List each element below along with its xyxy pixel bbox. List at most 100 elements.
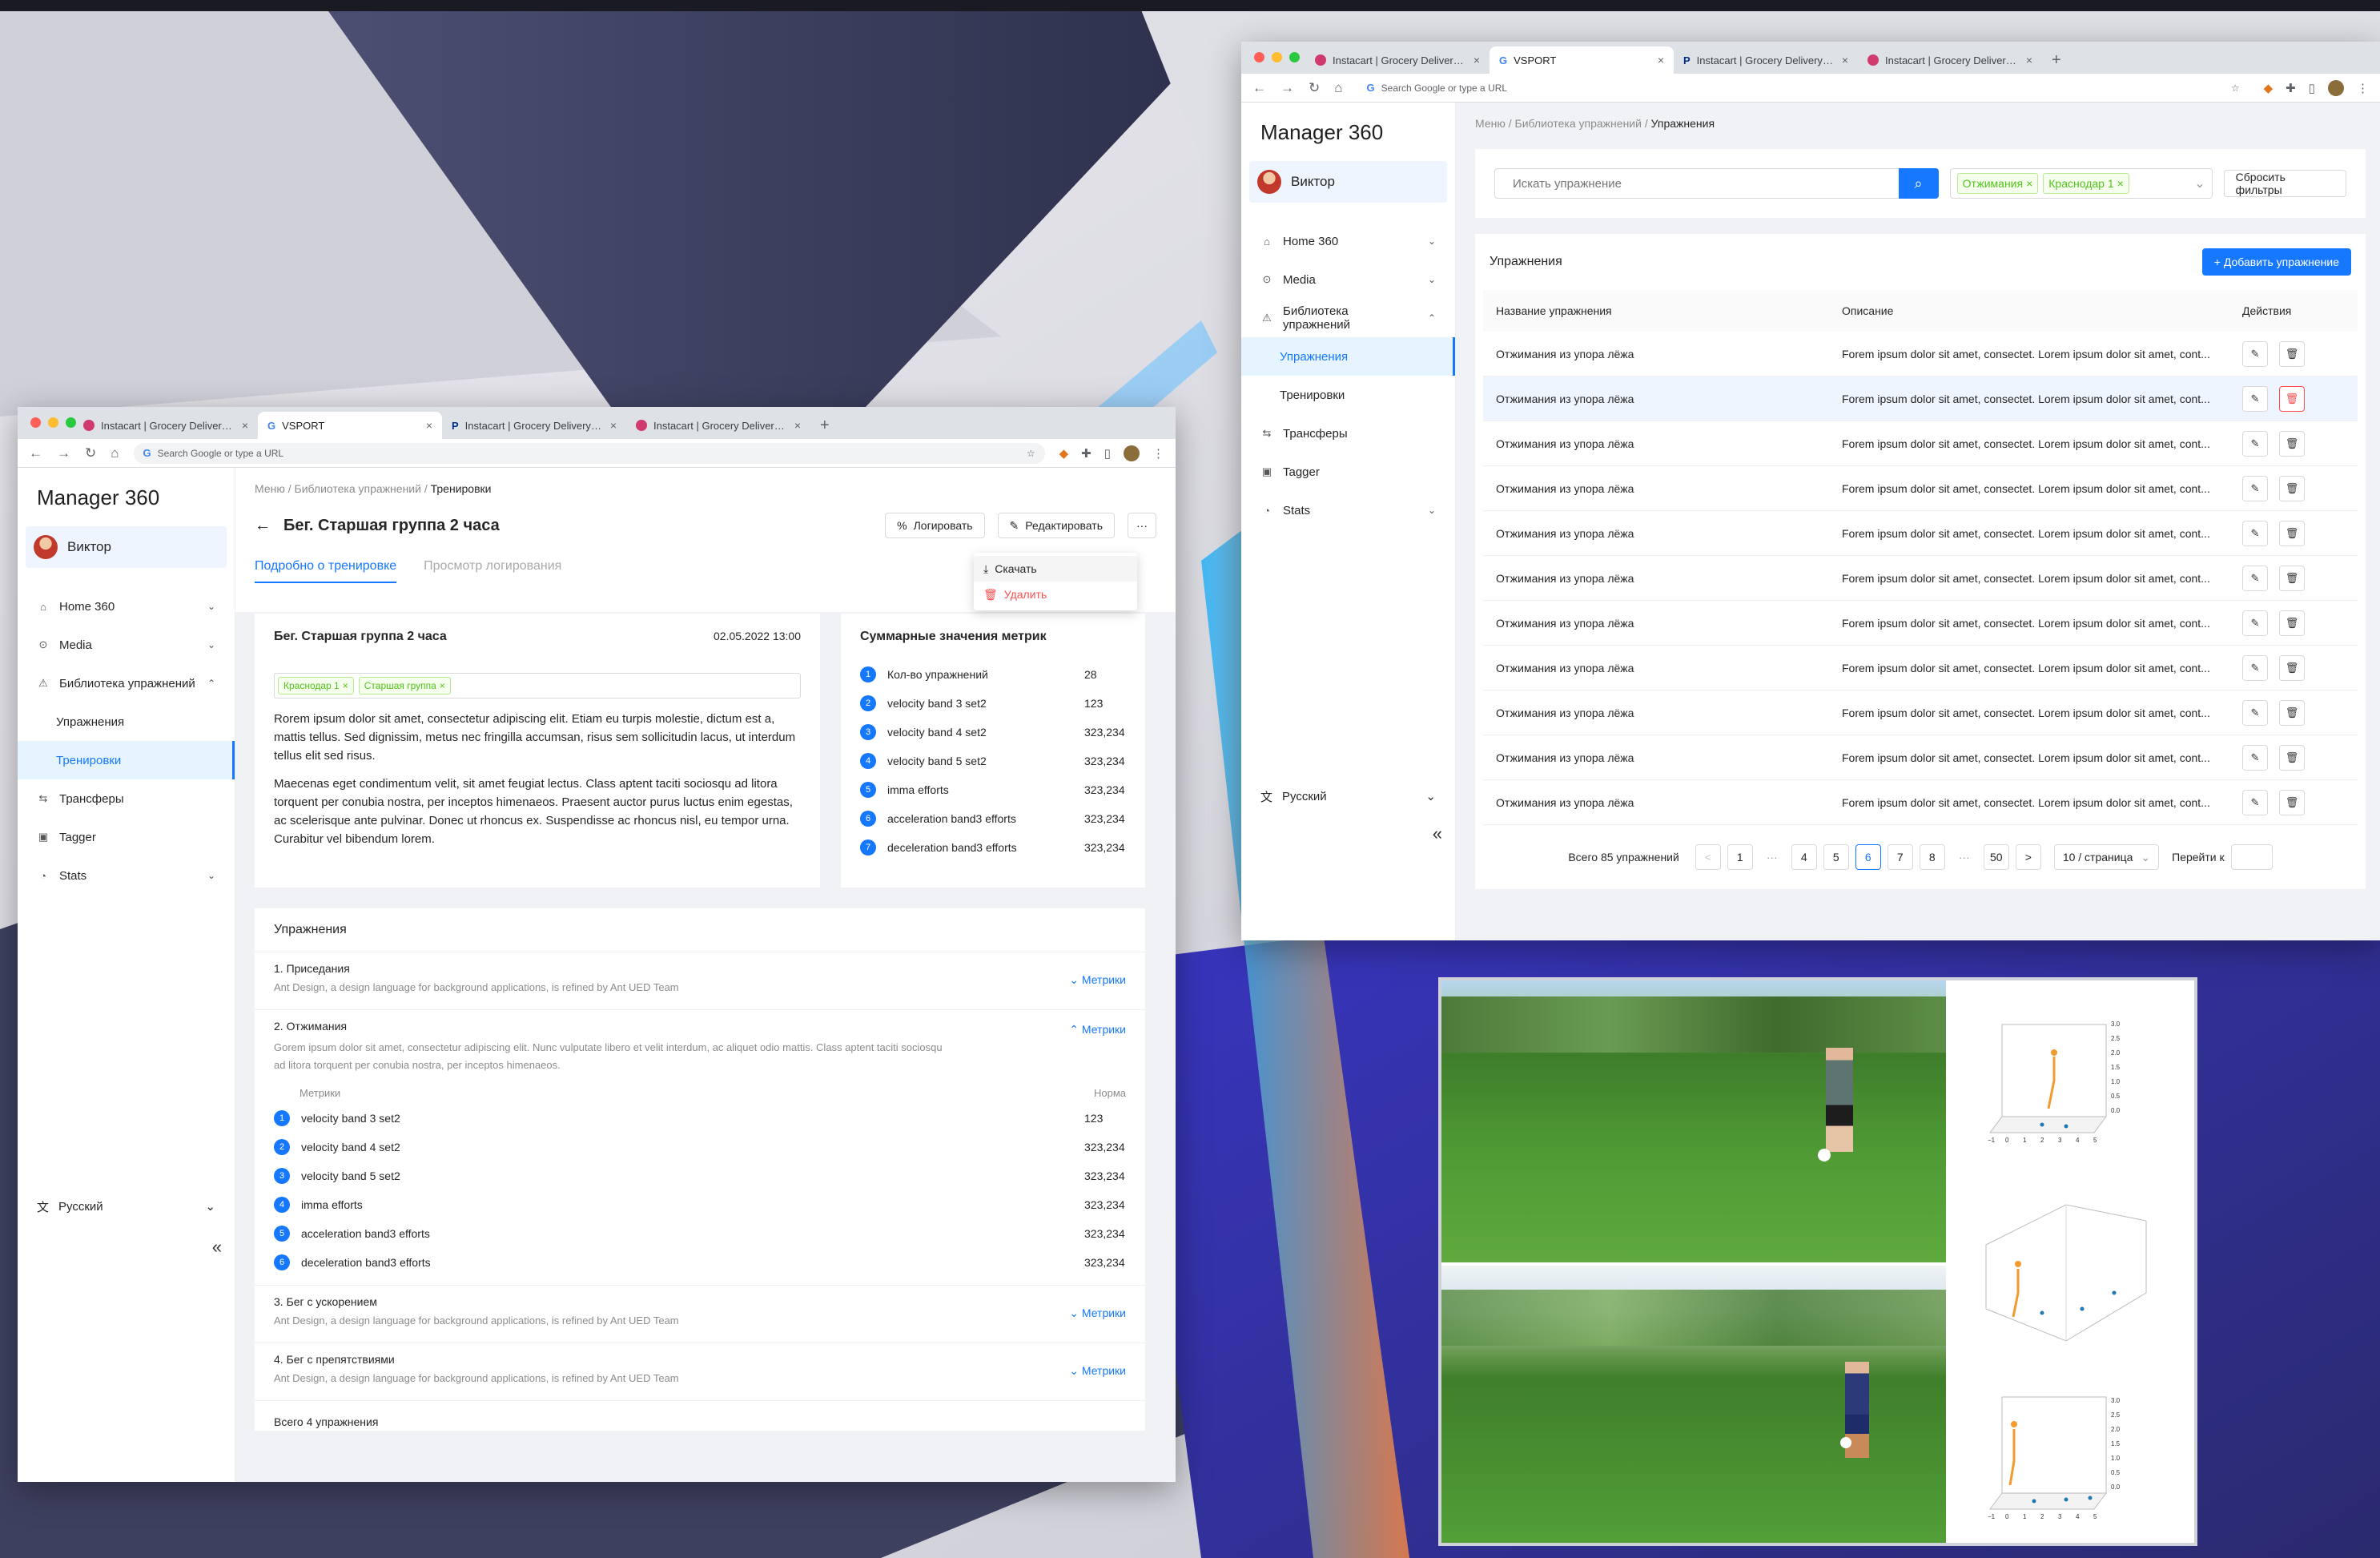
table-row[interactable]: Отжимания из упора лёжа Forem ipsum dolor… xyxy=(1483,511,2358,556)
forward-icon[interactable]: → xyxy=(57,445,70,461)
edit-icon[interactable]: ✎ xyxy=(2242,610,2268,636)
sidebar-item-transfers[interactable]: ⇆ Трансферы xyxy=(1241,414,1455,453)
close-icon[interactable]: × xyxy=(1842,54,1848,66)
back-icon[interactable]: ← xyxy=(29,445,42,461)
close-icon[interactable]: × xyxy=(2026,177,2032,190)
close-icon[interactable]: × xyxy=(610,419,617,432)
sidebar-item-library[interactable]: ⚠ Библиотека упражнений ⌃ xyxy=(18,664,235,703)
pagination-ellipsis[interactable]: ··· xyxy=(1952,844,1977,870)
sidebar-item-trainings[interactable]: Тренировки xyxy=(18,741,235,779)
page-button[interactable]: 8 xyxy=(1919,844,1945,870)
sidebar-item-media[interactable]: ⊙ Media ⌄ xyxy=(18,626,235,664)
table-row[interactable]: Отжимания из упора лёжа Forem ipsum dolor… xyxy=(1483,421,2358,466)
kebab-menu-icon[interactable]: ⋮ xyxy=(2357,81,2369,95)
page-button[interactable]: 6 xyxy=(1855,844,1881,870)
edit-icon[interactable]: ✎ xyxy=(2242,565,2268,591)
browser-tab[interactable]: P Instacart | Grocery Delivery or... × xyxy=(1674,46,1858,74)
metamask-icon[interactable]: ◆ xyxy=(1059,446,1069,461)
trash-icon[interactable]: 🗑 xyxy=(2279,475,2305,501)
trash-icon[interactable]: 🗑 xyxy=(2279,520,2305,546)
sidebar-item-tagger[interactable]: ▣ Tagger xyxy=(1241,453,1455,491)
trash-icon[interactable]: 🗑 xyxy=(2279,340,2305,367)
edit-icon[interactable]: ✎ xyxy=(2242,789,2268,815)
trash-icon[interactable]: 🗑 xyxy=(2279,430,2305,457)
table-row[interactable]: Отжимания из упора лёжа Forem ipsum dolor… xyxy=(1483,646,2358,690)
pagination-ellipsis[interactable]: ··· xyxy=(1759,844,1785,870)
trash-icon[interactable]: 🗑 xyxy=(2279,699,2305,726)
close-icon[interactable]: × xyxy=(2117,177,2124,190)
sidepanel-icon[interactable]: ▯ xyxy=(2309,81,2315,95)
url-input[interactable]: G Search Google or type a URL ☆ xyxy=(133,442,1045,464)
bookmark-star-icon[interactable]: ☆ xyxy=(2231,83,2240,94)
puzzle-icon[interactable]: ✚ xyxy=(2286,81,2296,95)
trash-icon[interactable]: 🗑 xyxy=(2279,610,2305,636)
close-icon[interactable]: × xyxy=(2026,54,2032,66)
edit-icon[interactable]: ✎ xyxy=(2242,475,2268,501)
sidebar-item-transfers[interactable]: ⇆ Трансферы xyxy=(18,779,235,818)
trash-icon[interactable]: 🗑 xyxy=(2279,385,2305,412)
collapse-sidebar-button[interactable]: « xyxy=(1433,823,1442,844)
search-button[interactable]: ⌕ xyxy=(1898,168,1939,199)
profile-avatar-icon[interactable] xyxy=(1124,445,1140,461)
metrics-toggle[interactable]: ⌃ Метрики xyxy=(1069,1023,1126,1037)
kebab-menu-icon[interactable]: ⋮ xyxy=(1152,446,1164,461)
tab-details[interactable]: Подробно о тренировке xyxy=(255,559,397,583)
more-button[interactable]: ··· xyxy=(1128,513,1156,538)
next-page-button[interactable]: > xyxy=(2015,844,2041,870)
window-controls[interactable] xyxy=(30,417,76,428)
sidebar-item-stats[interactable]: ◔ Stats ⌄ xyxy=(18,856,235,895)
close-icon[interactable]: × xyxy=(426,419,432,432)
reload-icon[interactable]: ↻ xyxy=(85,445,96,461)
page-button[interactable]: 5 xyxy=(1823,844,1849,870)
close-icon[interactable]: × xyxy=(1658,54,1664,66)
page-button[interactable]: 7 xyxy=(1887,844,1913,870)
page-button[interactable]: 4 xyxy=(1791,844,1817,870)
language-select[interactable]: 文 Русский ⌄ xyxy=(18,1190,235,1222)
browser-tab[interactable]: Instacart | Grocery Delivery or... × xyxy=(1305,46,1490,74)
edit-icon[interactable]: ✎ xyxy=(2242,744,2268,771)
close-icon[interactable]: × xyxy=(794,419,801,432)
metrics-toggle[interactable]: ⌄ Метрики xyxy=(1069,973,1126,987)
sidebar-item-stats[interactable]: ◔ Stats ⌄ xyxy=(1241,491,1455,529)
sidepanel-icon[interactable]: ▯ xyxy=(1104,446,1111,461)
browser-tab[interactable]: Instacart | Grocery Delivery or... × xyxy=(74,412,258,439)
home-icon[interactable]: ⌂ xyxy=(111,445,119,461)
sidebar-item-exercises[interactable]: Упражнения xyxy=(18,703,235,741)
sidebar-item-home[interactable]: ⌂ Home 360 ⌄ xyxy=(1241,222,1455,260)
metrics-toggle[interactable]: ⌄ Метрики xyxy=(1069,1306,1126,1320)
sidebar-item-library[interactable]: ⚠ Библиотека упражнений ⌃ xyxy=(1241,299,1455,337)
close-icon[interactable]: × xyxy=(1473,54,1480,66)
browser-tab-active[interactable]: G VSPORT × xyxy=(1490,46,1674,74)
close-icon[interactable]: × xyxy=(242,419,248,432)
back-icon[interactable]: ← xyxy=(1252,80,1266,96)
sidebar-item-home[interactable]: ⌂ Home 360 ⌄ xyxy=(18,587,235,626)
forward-icon[interactable]: → xyxy=(1280,80,1294,96)
metrics-toggle[interactable]: ⌄ Метрики xyxy=(1069,1364,1126,1378)
edit-icon[interactable]: ✎ xyxy=(2242,520,2268,546)
close-icon[interactable]: × xyxy=(343,680,348,691)
edit-icon[interactable]: ✎ xyxy=(2242,340,2268,367)
browser-tab-active[interactable]: G VSPORT × xyxy=(258,412,442,439)
table-row[interactable]: Отжимания из упора лёжа Forem ipsum dolor… xyxy=(1483,780,2358,825)
filter-select[interactable]: Отжимания × Краснодар 1 × ⌄ xyxy=(1949,168,2213,199)
edit-icon[interactable]: ✎ xyxy=(2242,430,2268,457)
filter-tag[interactable]: Краснодар 1 × xyxy=(2043,173,2129,194)
metamask-icon[interactable]: ◆ xyxy=(2264,81,2273,95)
sidebar-item-media[interactable]: ⊙ Media ⌄ xyxy=(1241,260,1455,299)
back-arrow-icon[interactable]: ← xyxy=(255,517,271,535)
tab-logging[interactable]: Просмотр логирования xyxy=(424,559,561,583)
language-select[interactable]: 文 Русский ⌄ xyxy=(1241,780,1455,812)
trash-icon[interactable]: 🗑 xyxy=(2279,789,2305,815)
table-row[interactable]: Отжимания из упора лёжа Forem ipsum dolor… xyxy=(1483,735,2358,780)
url-input[interactable]: G Search Google or type a URL ☆ xyxy=(1357,77,2249,99)
trash-icon[interactable]: 🗑 xyxy=(2279,565,2305,591)
tag-chip[interactable]: Старшая группа × xyxy=(358,677,451,694)
reload-icon[interactable]: ↻ xyxy=(1309,80,1320,96)
close-icon[interactable]: × xyxy=(440,680,445,691)
new-tab-button[interactable]: + xyxy=(810,412,839,439)
page-button[interactable]: 1 xyxy=(1727,844,1753,870)
goto-page-input[interactable] xyxy=(2230,844,2273,870)
home-icon[interactable]: ⌂ xyxy=(1334,80,1342,96)
tags-field[interactable]: Краснодар 1 × Старшая группа × xyxy=(274,673,801,698)
collapse-sidebar-button[interactable]: « xyxy=(212,1237,222,1258)
